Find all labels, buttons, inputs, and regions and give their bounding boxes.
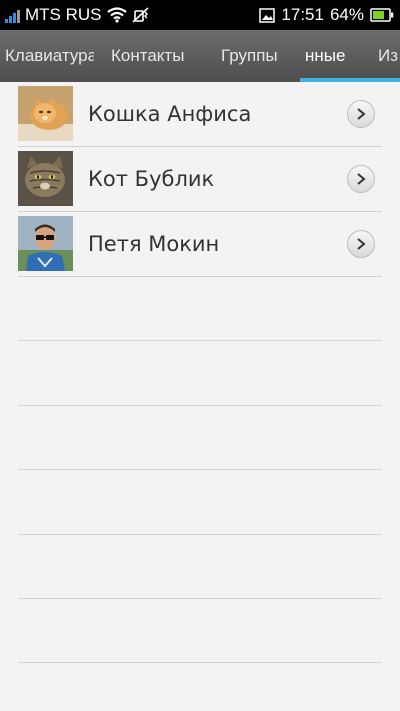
- empty-row-divider: [18, 340, 382, 341]
- image-notification-icon: [259, 7, 276, 23]
- list-item[interactable]: Кот Бублик: [18, 147, 382, 212]
- clock: 17:51: [281, 5, 324, 24]
- contact-name: Кошка Анфиса: [88, 102, 252, 126]
- status-bar: MTS RUS 17:51 64%: [0, 0, 400, 30]
- tab-keyboard[interactable]: Клавиатура: [5, 30, 94, 82]
- list-item[interactable]: Кошка Анфиса: [18, 82, 382, 147]
- empty-row-divider: [18, 405, 382, 406]
- avatar: [18, 151, 73, 206]
- tab-groups[interactable]: Группы: [221, 30, 278, 82]
- avatar: [18, 216, 73, 271]
- battery-percent: 64%: [329, 5, 364, 24]
- chevron-right-icon[interactable]: [347, 165, 375, 193]
- empty-row-divider: [18, 662, 382, 663]
- empty-row-divider: [18, 469, 382, 470]
- tab-contacts[interactable]: Контакты: [111, 30, 184, 82]
- tab-favorites[interactable]: нные: [305, 30, 345, 82]
- list-item[interactable]: Петя Мокин: [18, 212, 382, 277]
- battery-icon: [370, 8, 394, 22]
- empty-row-divider: [18, 598, 382, 599]
- tab-more[interactable]: Из: [378, 30, 400, 82]
- avatar: [18, 86, 73, 141]
- signal-icon: [5, 8, 20, 23]
- chevron-right-icon[interactable]: [347, 100, 375, 128]
- wifi-icon: [106, 7, 127, 23]
- chevron-right-icon[interactable]: [347, 230, 375, 258]
- carrier-name: MTS RUS: [25, 5, 102, 24]
- vibrate-off-icon: [131, 7, 149, 23]
- contact-name: Петя Мокин: [88, 232, 220, 256]
- tab-bar: Клавиатура Контакты Группы нные Из: [0, 30, 400, 82]
- contact-name: Кот Бублик: [88, 167, 215, 191]
- empty-row-divider: [18, 534, 382, 535]
